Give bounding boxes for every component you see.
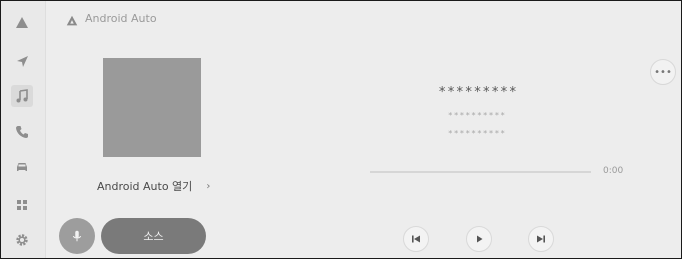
phone-icon [16,126,28,138]
source-button-label: 소스 [143,230,164,243]
voice-button[interactable] [59,218,95,254]
previous-track-button[interactable] [403,226,429,252]
open-android-auto-label: Android Auto 열기 [97,180,193,193]
track-album: ********** [447,129,507,138]
elapsed-time: 0:00 [603,166,624,176]
next-track-button[interactable] [528,226,554,252]
sidebar-item-settings[interactable] [11,229,33,251]
chevron-right-icon: › [206,180,211,192]
open-android-auto-link[interactable]: Android Auto 열기 › [97,176,210,196]
microphone-icon [72,230,82,242]
progress-bar[interactable] [370,171,591,173]
sidebar-item-phone[interactable] [11,121,33,143]
sidebar-item-media[interactable] [11,85,33,107]
app-title: Android Auto [85,12,157,25]
android-auto-icon [16,17,28,28]
music-note-icon [16,89,28,103]
sidebar-item-navigation[interactable] [11,51,33,73]
sidebar-item-android-auto[interactable] [11,12,33,34]
album-art [103,58,201,157]
car-icon [17,163,27,171]
apps-grid-icon [17,200,27,210]
sidebar-item-vehicle[interactable] [11,156,33,178]
skip-previous-icon [412,235,420,243]
play-button[interactable] [466,226,492,252]
play-icon [477,235,483,243]
sidebar-item-apps[interactable] [11,194,33,216]
android-auto-screen: Android Auto Android Auto 열기 › 소스 ••• **… [0,0,682,259]
sidebar [1,1,46,258]
track-artist: ********** [447,111,507,120]
navigation-arrow-icon [17,56,28,67]
skip-next-icon [537,235,545,243]
more-dots-icon: ••• [654,66,672,78]
android-auto-logo-icon [65,13,79,27]
settings-gear-icon [16,234,28,246]
more-options-button[interactable]: ••• [650,59,676,85]
source-button[interactable]: 소스 [101,218,206,254]
track-title: ********* [438,85,518,100]
